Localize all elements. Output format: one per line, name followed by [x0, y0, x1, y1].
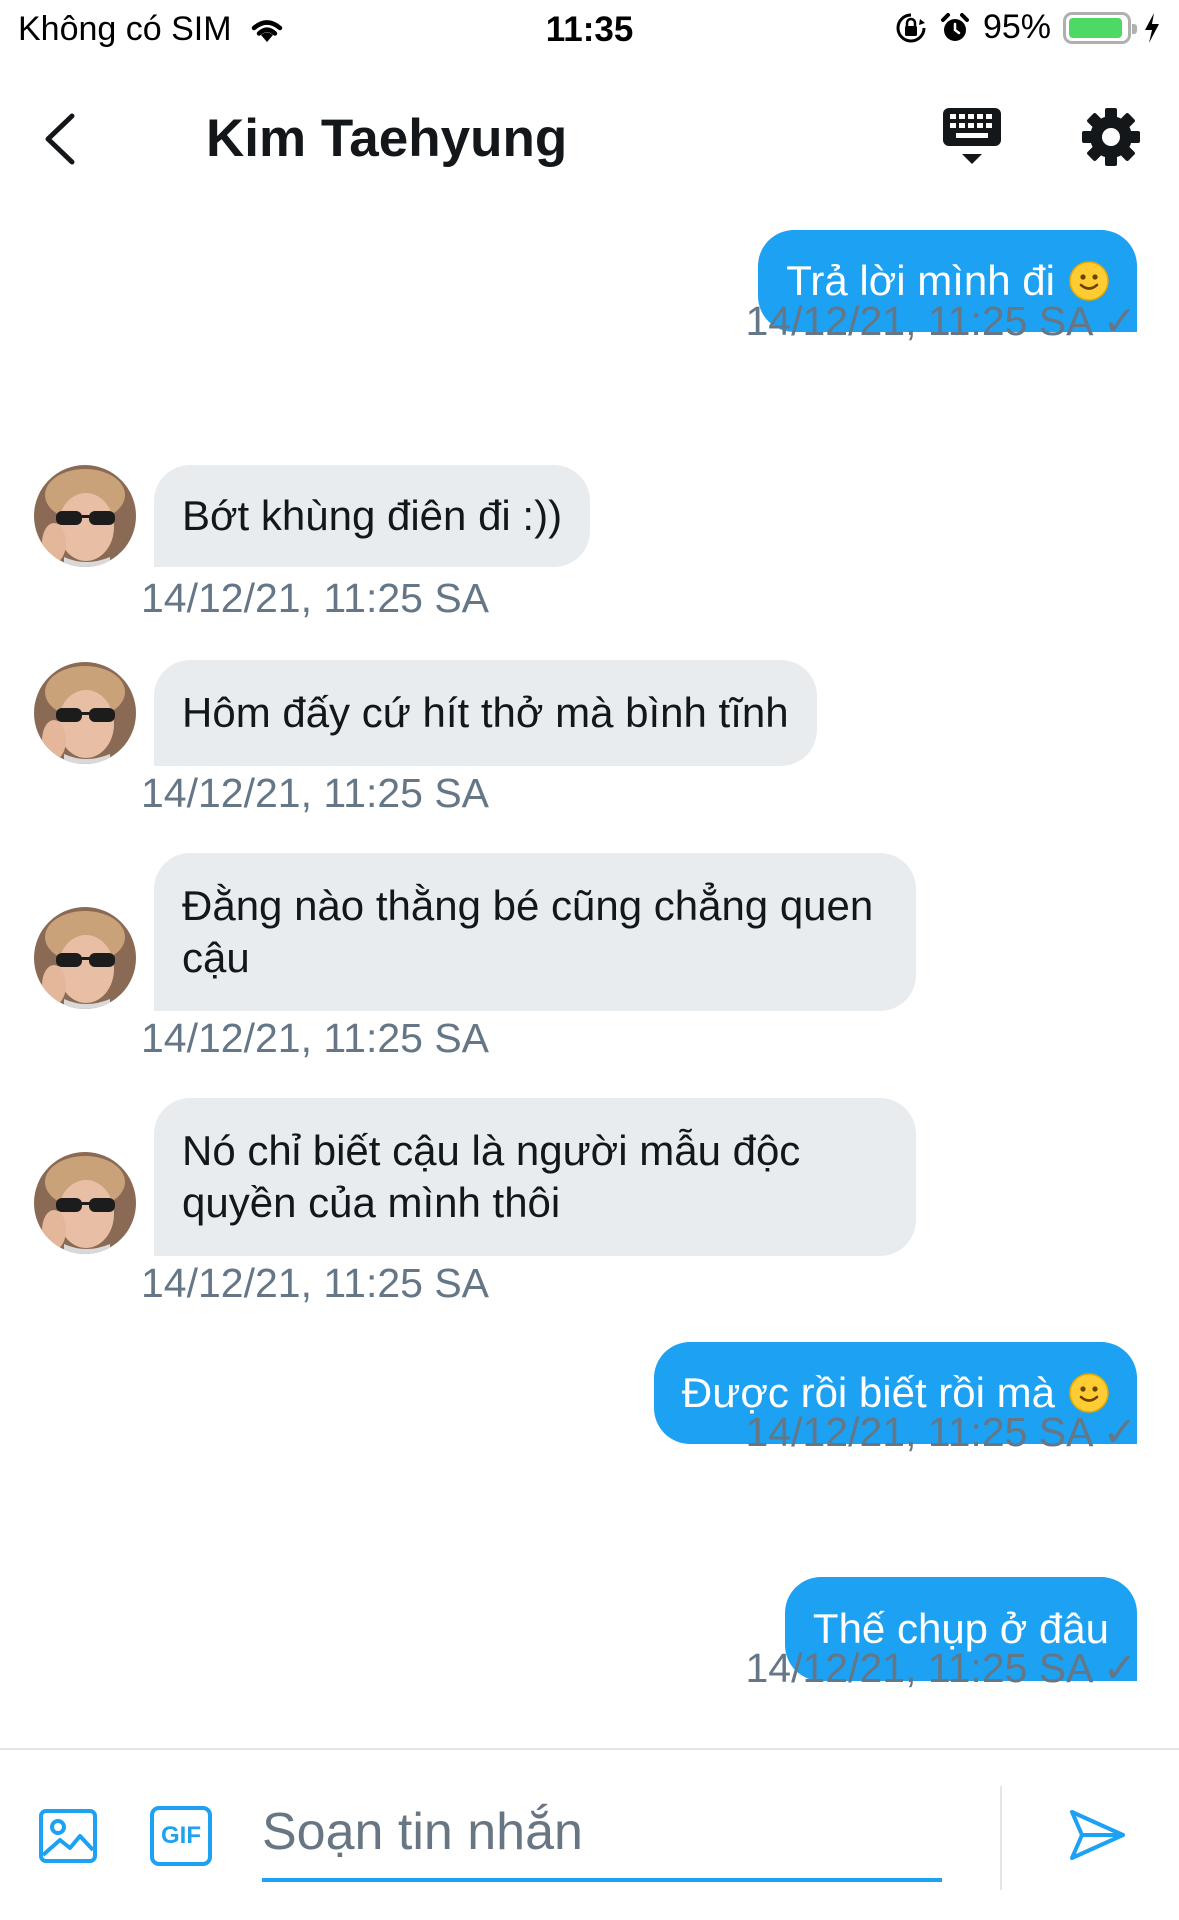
- message-text: Bớt khùng điên đi :)): [182, 492, 563, 539]
- gif-label: GIF: [161, 1822, 201, 1849]
- contact-avatar-photo: [34, 907, 136, 1009]
- incoming-message-bubble[interactable]: Nó chỉ biết cậu là người mẫu độc quyền c…: [154, 1098, 916, 1256]
- slightly-smiling-face-icon: [1069, 1373, 1109, 1413]
- composer-divider: [1000, 1786, 1002, 1890]
- gear-icon: [1082, 108, 1140, 166]
- conversation-title: Kim Taehyung: [206, 109, 568, 168]
- contact-avatar-photo: [34, 662, 136, 764]
- avatar[interactable]: [34, 662, 136, 764]
- avatar[interactable]: [34, 907, 136, 1009]
- status-bar: Không có SIM 11:35 95%: [0, 0, 1179, 60]
- message-text: Đằng nào thằng bé cũng chẳng quen cậu: [182, 882, 874, 981]
- message-timestamp: 14/12/21, 11:25 SA: [141, 1015, 490, 1061]
- settings-button[interactable]: [1080, 106, 1142, 168]
- message-timestamp: 14/12/21, 11:25 SA ✓: [745, 298, 1137, 344]
- gif-button[interactable]: GIF: [150, 1806, 212, 1866]
- contact-avatar-photo: [34, 1152, 136, 1254]
- image-icon: [39, 1809, 97, 1863]
- quick-replies-button[interactable]: [940, 104, 1004, 174]
- message-timestamp: 14/12/21, 11:25 SA ✓: [745, 1409, 1137, 1455]
- contact-avatar-photo: [34, 465, 136, 567]
- slightly-smiling-face-icon: [1069, 261, 1109, 301]
- incoming-message-bubble[interactable]: Hôm đấy cứ hít thở mà bình tĩnh: [154, 660, 817, 766]
- send-icon: [1070, 1810, 1125, 1860]
- add-photo-button[interactable]: [38, 1806, 98, 1866]
- message-timestamp: 14/12/21, 11:25 SA: [141, 575, 490, 621]
- message-timestamp: 14/12/21, 11:25 SA: [141, 1260, 490, 1306]
- avatar[interactable]: [34, 465, 136, 567]
- battery-icon: [1063, 11, 1137, 44]
- charging-bolt-icon: [1145, 12, 1159, 43]
- message-text: Nó chỉ biết cậu là người mẫu độc quyền c…: [182, 1127, 801, 1226]
- avatar[interactable]: [34, 1152, 136, 1254]
- battery-cap: [1132, 23, 1137, 34]
- battery-percent: 95%: [982, 8, 1051, 46]
- status-bar-right: 95%: [895, 8, 1161, 47]
- incoming-message-bubble[interactable]: Bớt khùng điên đi :)): [154, 465, 591, 567]
- send-button[interactable]: [1066, 1804, 1128, 1866]
- incoming-message-bubble[interactable]: Đằng nào thằng bé cũng chẳng quen cậu: [154, 853, 916, 1011]
- conversation-header: Kim Taehyung: [0, 78, 1179, 198]
- message-composer: GIF: [0, 1748, 1179, 1920]
- message-list[interactable]: Trả lời mình đi 14/12/21, 11:25 SA ✓ Bớt…: [0, 200, 1179, 1748]
- message-timestamp: 14/12/21, 11:25 SA ✓: [745, 1645, 1137, 1691]
- keyboard-icon: [943, 108, 1001, 164]
- rotation-lock-icon: [896, 13, 926, 42]
- message-timestamp: 14/12/21, 11:25 SA: [141, 770, 490, 816]
- back-button[interactable]: [36, 104, 96, 174]
- message-input[interactable]: [262, 1786, 942, 1882]
- message-text: Hôm đấy cứ hít thở mà bình tĩnh: [182, 689, 789, 736]
- alarm-icon: [940, 12, 969, 41]
- battery-level-fill: [1069, 17, 1123, 38]
- chevron-left-icon: [45, 113, 75, 165]
